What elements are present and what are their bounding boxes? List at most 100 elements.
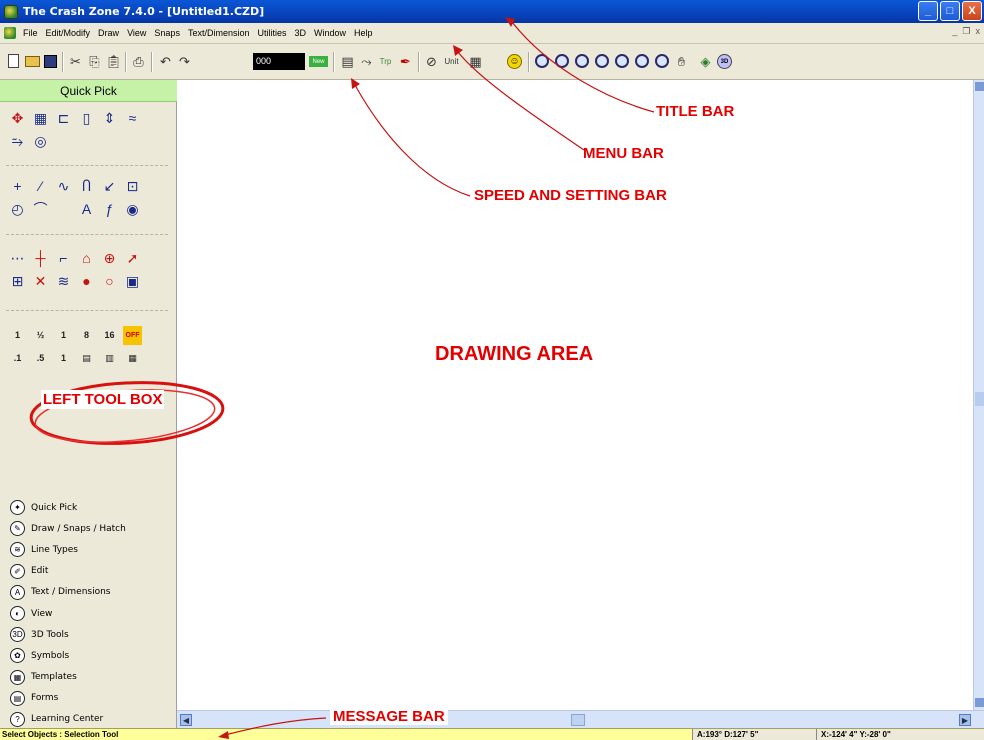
layer-icon[interactable]: ▤ (339, 53, 356, 70)
snap-05-tool[interactable]: .5 (31, 349, 50, 368)
arrow-tool[interactable]: ↙ (100, 176, 119, 195)
units-icon[interactable]: ⊘ (423, 53, 440, 70)
document-menu-icon[interactable] (4, 27, 16, 39)
category-text-dimensions[interactable]: A Text / Dimensions (10, 582, 126, 603)
maximize-button[interactable]: □ (940, 1, 960, 21)
box-tool[interactable]: ⊡ (123, 176, 142, 195)
category-draw-snaps-hatch[interactable]: ✎ Draw / Snaps / Hatch (10, 518, 126, 539)
mdi-minimize-button[interactable]: _ (952, 26, 957, 37)
grid-half-tool[interactable]: ½ (31, 326, 50, 345)
zoom-out-icon[interactable] (555, 54, 569, 68)
category-edit[interactable]: ✐ Edit (10, 561, 126, 582)
scroll-left-arrow-icon[interactable]: ◀ (180, 714, 192, 726)
scroll-down-arrow-icon[interactable] (975, 698, 984, 707)
close-button[interactable]: X (962, 1, 982, 21)
grid-16-tool[interactable]: 16 (100, 326, 119, 345)
snap-01-tool[interactable]: .1 (8, 349, 27, 368)
category-symbols[interactable]: ✿ Symbols (10, 645, 126, 666)
app-logo-icon[interactable] (4, 4, 18, 19)
line-tool[interactable]: ⁄ (31, 176, 50, 195)
lineweight-field[interactable]: 000 (253, 53, 305, 70)
menu-view[interactable]: View (123, 28, 150, 38)
measure-tool[interactable]: ⥲ (8, 131, 27, 150)
block-tool[interactable]: ⊞ (8, 271, 27, 290)
image-tool[interactable]: ▣ (123, 271, 142, 290)
unfill-tool[interactable]: ○ (100, 271, 119, 290)
zoom-realtime-icon[interactable] (655, 54, 669, 68)
group-tool[interactable]: ⊏ (54, 108, 73, 127)
cut-icon[interactable]: ✂ (67, 53, 84, 70)
move-tool[interactable]: ✥ (8, 108, 27, 127)
stretch-tool[interactable]: ⇕ (100, 108, 119, 127)
units-label-icon[interactable]: Unit (443, 53, 460, 70)
category-learning-center[interactable]: ? Learning Center (10, 709, 126, 730)
menu-3d[interactable]: 3D (291, 28, 311, 38)
zoom-all-icon[interactable] (595, 54, 609, 68)
grid-icon[interactable]: ▦ (467, 53, 484, 70)
vertical-scrollbar[interactable] (973, 80, 984, 710)
grid-off-toggle[interactable]: OFF (123, 326, 142, 345)
font-tool[interactable]: ƒ (100, 199, 119, 218)
menu-window[interactable]: Window (310, 28, 350, 38)
horizontal-scroll-thumb[interactable] (571, 714, 585, 726)
menu-draw[interactable]: Draw (94, 28, 123, 38)
menu-help[interactable]: Help (350, 28, 377, 38)
category-templates[interactable]: ▦ Templates (10, 667, 126, 688)
scroll-up-arrow-icon[interactable] (975, 82, 984, 91)
zoom-tool[interactable]: ◉ (123, 199, 142, 218)
arc-tool[interactable]: ⌒ (31, 199, 50, 218)
save-disk-icon[interactable] (44, 55, 57, 68)
circle-tool[interactable]: ◴ (8, 199, 27, 218)
new-layer-button[interactable]: New (309, 56, 328, 67)
horizontal-scrollbar[interactable]: ◀ ▶ (177, 710, 984, 728)
mdi-restore-button[interactable]: ❐ (962, 26, 970, 37)
menu-file[interactable]: File (19, 28, 42, 38)
category-line-types[interactable]: ≋ Line Types (10, 539, 126, 560)
render-icon[interactable]: ◈ (697, 53, 714, 70)
layer-tool[interactable]: ▯ (77, 108, 96, 127)
fill-tool[interactable]: ● (77, 271, 96, 290)
snap-grid-c-tool[interactable]: ▦ (123, 349, 142, 368)
category-view[interactable]: ◐ View (10, 603, 126, 624)
fillet-tool[interactable]: ⌐ (54, 248, 73, 267)
category-quick-pick[interactable]: ✦ Quick Pick (10, 497, 126, 518)
zoom-in-icon[interactable] (535, 54, 549, 68)
delete-tool[interactable]: ✕ (31, 271, 50, 290)
redo-icon[interactable]: ↷ (176, 53, 193, 70)
snap-grid-b-tool[interactable]: ▥ (100, 349, 119, 368)
view-3d-icon[interactable]: 3D (717, 54, 732, 69)
category-3d-tools[interactable]: 3D 3D Tools (10, 624, 126, 645)
zoom-extents-icon[interactable] (615, 54, 629, 68)
symbol-tool[interactable]: ⊕ (100, 248, 119, 267)
pan-hand-icon[interactable]: ✋︎ (673, 53, 690, 70)
smiley-icon[interactable]: ☺ (507, 54, 522, 69)
snap-1-tool[interactable]: 1 (54, 349, 73, 368)
mdi-close-button[interactable]: x (976, 26, 981, 37)
new-document-icon[interactable] (8, 54, 19, 68)
minimize-button[interactable]: _ (918, 1, 938, 21)
grid-8-tool[interactable]: 8 (77, 326, 96, 345)
vertical-scroll-thumb[interactable] (975, 392, 984, 406)
copy-icon[interactable]: ⎘ (86, 53, 103, 70)
point-tool[interactable]: + (8, 176, 27, 195)
curve-tool[interactable]: ∿ (54, 176, 73, 195)
extend-tool[interactable]: ⋯ (8, 248, 27, 267)
trap-icon[interactable]: Trp (377, 53, 394, 70)
magic-pen-icon[interactable]: ✒ (397, 53, 414, 70)
undo-icon[interactable]: ↶ (157, 53, 174, 70)
menu-text-dimension[interactable]: Text/Dimension (184, 28, 254, 38)
snap-icon[interactable]: ⤳ (358, 53, 375, 70)
grid-1-tool[interactable]: 1 (8, 326, 27, 345)
open-folder-icon[interactable] (25, 56, 40, 67)
text-tool[interactable]: A (77, 199, 96, 218)
print-icon[interactable]: ⎙ (130, 53, 147, 70)
paste-icon[interactable]: 📋︎ (105, 53, 122, 70)
category-forms[interactable]: ▤ Forms (10, 688, 126, 709)
vehicle-tool[interactable]: ⌂ (77, 248, 96, 267)
freehand-tool[interactable]: Ⴖ (77, 176, 96, 195)
properties-tool[interactable]: ▦ (31, 108, 50, 127)
drawing-canvas[interactable] (177, 80, 973, 710)
zoom-window-icon[interactable] (575, 54, 589, 68)
menu-snaps[interactable]: Snaps (150, 28, 184, 38)
scroll-right-arrow-icon[interactable]: ▶ (959, 714, 971, 726)
